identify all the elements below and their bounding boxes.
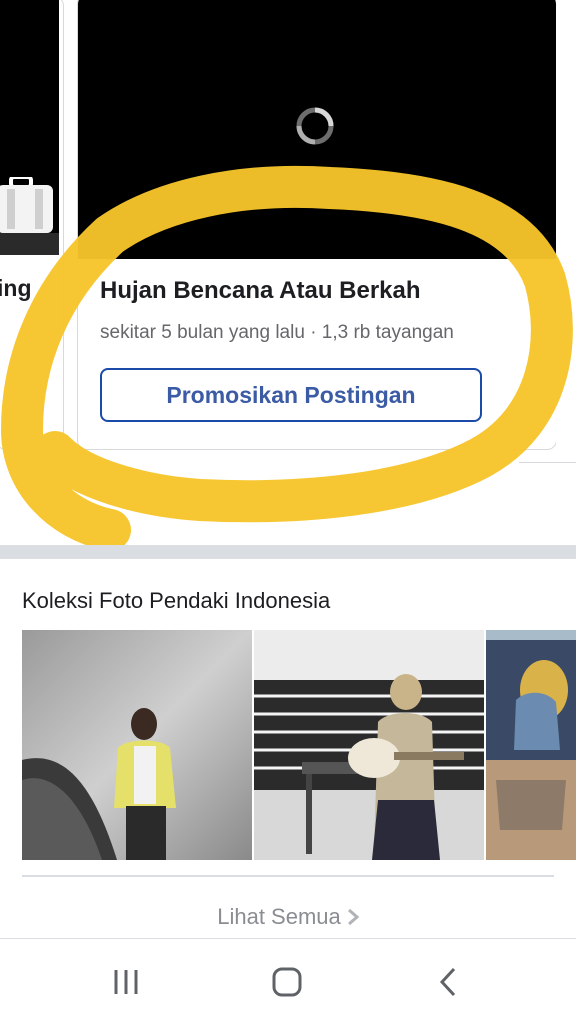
home-icon [272,967,302,997]
home-button[interactable] [257,959,317,1005]
recent-apps-icon [114,970,138,994]
collection-title: Koleksi Foto Pendaki Indonesia [22,588,331,613]
card-divider [519,462,576,463]
recent-apps-button[interactable] [96,959,156,1005]
left-video-thumbnail[interactable] [0,0,59,255]
loading-spinner-icon [296,107,334,145]
left-video-card[interactable]: ing [0,0,64,450]
left-video-title: ing [0,275,32,301]
video-card[interactable]: Hujan Bencana Atau Berkah sekitar 5 bula… [77,0,557,450]
system-nav-bar [0,938,576,1025]
right-card-edge [556,0,576,470]
luggage-icon [0,177,59,255]
back-button[interactable] [418,959,478,1005]
photo-mural[interactable] [486,630,576,860]
promote-post-button[interactable]: Promosikan Postingan [100,368,482,422]
chevron-right-icon [347,908,359,926]
photo-collection-strip[interactable] [22,630,576,860]
collection-divider [22,875,554,877]
section-separator [0,545,576,559]
video-thumbnail[interactable] [78,0,556,259]
back-chevron-icon [439,967,456,997]
video-meta: sekitar 5 bulan yang lalu · 1,3 rb tayan… [100,322,454,343]
see-all-label: Lihat Semua [217,904,341,929]
video-title: Hujan Bencana Atau Berkah [100,277,421,304]
photo-hiker-fog[interactable] [22,630,252,860]
see-all-link[interactable]: Lihat Semua [0,899,576,935]
photo-guitar-girl[interactable] [254,630,484,860]
